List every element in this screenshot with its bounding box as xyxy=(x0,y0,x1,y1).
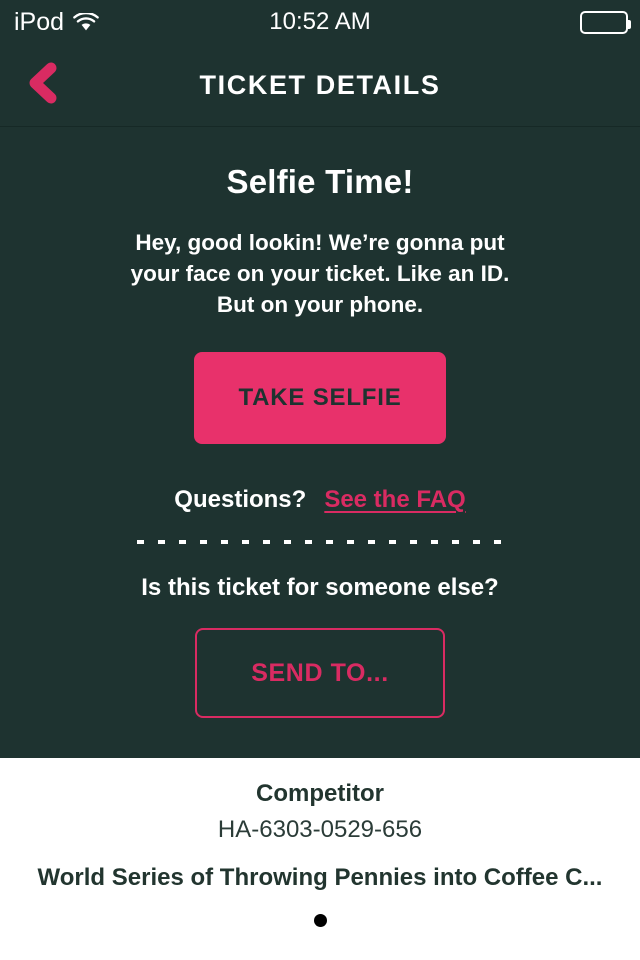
transfer-prompt: Is this ticket for someone else? xyxy=(141,574,499,601)
back-button[interactable] xyxy=(14,56,72,114)
status-bar-right xyxy=(580,0,631,44)
ticket-role-label: Competitor xyxy=(256,780,384,807)
ticket-summary-card[interactable]: Competitor HA-6303-0529-656 World Series… xyxy=(0,758,640,960)
battery-full-icon xyxy=(580,10,631,34)
status-bar-clock: 10:52 AM xyxy=(269,8,371,35)
page-indicator[interactable] xyxy=(313,914,327,927)
dashed-divider xyxy=(137,540,503,544)
send-to-button[interactable]: SEND TO... xyxy=(195,628,445,718)
battery-cap xyxy=(628,19,631,29)
navigation-bar: TICKET DETAILS xyxy=(0,44,640,127)
description-text: Hey, good lookin! We’re gonna put your f… xyxy=(130,230,510,317)
event-title: World Series of Throwing Pennies into Co… xyxy=(37,864,603,891)
page-dot[interactable] xyxy=(313,914,327,927)
main-content: Selfie Time! Hey, good lookin! We’re gon… xyxy=(0,127,640,758)
questions-label: Questions? xyxy=(174,486,307,513)
app-screen: iPod 10:52 AM TICKET DETAILS Selfie Time… xyxy=(0,0,640,960)
chevron-left-icon xyxy=(25,61,61,110)
headline: Selfie Time! xyxy=(226,163,414,200)
faq-row: Questions? See the FAQ xyxy=(174,486,465,514)
see-the-faq-link[interactable]: See the FAQ xyxy=(324,486,465,514)
take-selfie-button[interactable]: TAKE SELFIE xyxy=(194,352,446,444)
ticket-code: HA-6303-0529-656 xyxy=(217,816,423,843)
status-bar: iPod 10:52 AM xyxy=(0,0,640,44)
page-title: TICKET DETAILS xyxy=(199,69,441,100)
